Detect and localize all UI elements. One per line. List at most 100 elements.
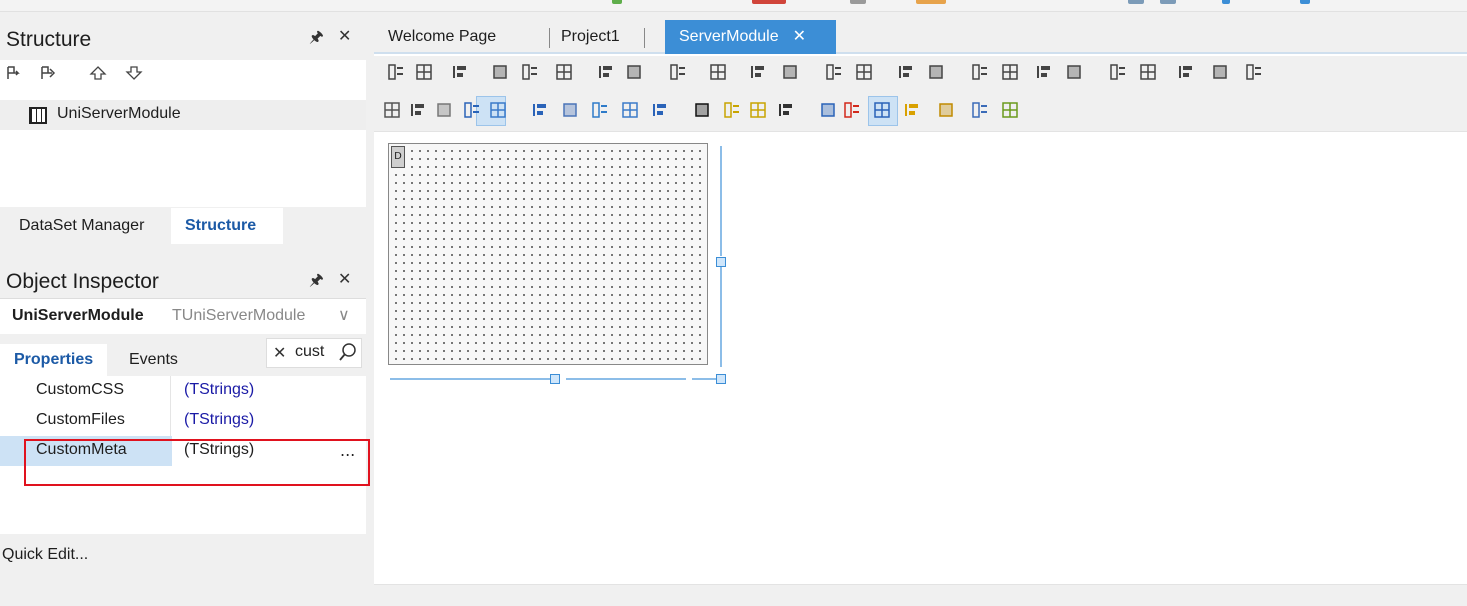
property-value[interactable]: (TStrings) [184,381,254,399]
component-icon[interactable]: D [391,146,405,168]
align-tool-icon[interactable] [748,62,770,84]
close-icon[interactable]: ✕ [338,269,351,288]
component-tool-icon[interactable] [434,100,456,122]
align-tool-icon[interactable] [926,62,948,84]
editor-tab-bar: Welcome Page Project1 ServerModule ✕ [374,12,1467,54]
align-tool-icon[interactable] [854,62,876,84]
tree-item-uniservermodule[interactable]: UniServerModule [0,100,366,130]
resize-handle[interactable] [716,257,726,267]
component-tool-icon[interactable] [818,100,840,122]
component-tool-icon[interactable] [560,100,582,122]
component-tool-icon[interactable] [650,100,672,122]
align-tool-icon[interactable] [896,62,918,84]
search-icon[interactable] [337,341,359,367]
align-tool-icon[interactable] [624,62,646,84]
component-tool-icon[interactable] [872,100,894,122]
property-row[interactable]: CustomFiles (TStrings) [0,406,366,436]
align-tool-icon[interactable] [1210,62,1232,84]
component-tool-icon[interactable] [902,100,924,122]
component-tool-icon[interactable] [970,100,992,122]
tab-project1[interactable]: Project1 [547,20,634,54]
align-tool-icon[interactable] [824,62,846,84]
tab-label: ServerModule [679,28,779,45]
expand-all-icon[interactable] [6,64,26,82]
property-search[interactable]: ✕ [266,338,362,368]
component-tool-icon[interactable] [462,100,484,122]
quick-edit-link[interactable]: Quick Edit... [2,546,88,564]
align-tool-icon[interactable] [970,62,992,84]
component-tool-icon[interactable] [590,100,612,122]
status-strip [374,584,1467,594]
object-selector[interactable]: UniServerModule TUniServerModule ∨ [0,298,366,334]
align-tool-icon[interactable] [554,62,576,84]
component-tool-icon[interactable] [488,100,510,122]
component-tool-icon[interactable] [1000,100,1022,122]
alignment-guide [390,378,550,380]
move-down-icon[interactable] [124,64,144,82]
property-search-input[interactable] [295,343,335,361]
align-tool-icon[interactable] [520,62,542,84]
tab-dataset-manager[interactable]: DataSet Manager [5,208,158,244]
component-tool-icon[interactable] [692,100,714,122]
component-tool-icon[interactable] [842,100,864,122]
align-tool-icon[interactable] [668,62,690,84]
align-tool-icon[interactable] [1108,62,1130,84]
pin-icon[interactable]: 🖈 [309,269,324,296]
structure-panel-title: Structure [6,28,92,51]
tab-events[interactable]: Events [115,344,192,376]
structure-bottom-tabs: DataSet Manager Structure [0,208,366,244]
component-tool-icon[interactable] [382,100,404,122]
align-tool-icon[interactable] [386,62,408,84]
align-tool-icon[interactable] [414,62,436,84]
alignment-guide [692,378,716,380]
tab-welcome-page[interactable]: Welcome Page [374,20,510,54]
selected-object-type: TUniServerModule [172,307,306,324]
pin-icon[interactable]: 🖈 [309,26,324,53]
align-tool-icon[interactable] [780,62,802,84]
property-row[interactable]: CustomCSS (TStrings) [0,376,366,406]
align-tool-icon[interactable] [1064,62,1086,84]
component-tool-icon[interactable] [722,100,744,122]
property-value[interactable]: (TStrings) [184,411,254,429]
alignment-guide [720,146,722,256]
alignment-guide [720,267,722,367]
alignment-guide [566,378,686,380]
component-tool-icon[interactable] [620,100,642,122]
component-tool-icon[interactable] [748,100,770,122]
alignment-toolbar [374,56,1467,132]
close-icon[interactable]: ✕ [338,26,351,45]
form-designer-canvas[interactable]: D [388,143,708,365]
component-tool-icon[interactable] [530,100,552,122]
align-tool-icon[interactable] [1034,62,1056,84]
close-tab-icon[interactable]: ✕ [793,28,806,45]
property-name: CustomCSS [36,381,125,398]
align-tool-icon[interactable] [1000,62,1022,84]
highlight-box [24,439,370,486]
align-tool-icon[interactable] [1244,62,1266,84]
align-tool-icon[interactable] [1176,62,1198,84]
component-tool-icon[interactable] [936,100,958,122]
selected-object-name: UniServerModule [12,307,144,324]
chevron-down-icon[interactable]: ∨ [338,305,350,324]
resize-handle[interactable] [550,374,560,384]
object-inspector-title: Object Inspector [6,270,159,293]
align-tool-icon[interactable] [490,62,512,84]
component-tool-icon[interactable] [408,100,430,122]
move-up-icon[interactable] [88,64,108,82]
tab-properties[interactable]: Properties [0,344,108,376]
collapse-all-icon[interactable] [40,64,60,82]
top-toolbar-strip [0,0,1467,12]
align-tool-icon[interactable] [596,62,618,84]
tree-item-label: UniServerModule [57,105,181,122]
align-tool-icon[interactable] [450,62,472,84]
quick-edit-area: Quick Edit... [0,534,366,606]
resize-handle[interactable] [716,374,726,384]
tab-structure[interactable]: Structure [171,208,283,244]
left-panels: Structure 🖈 ✕ UniServerModule DataSet Ma… [0,12,366,606]
designer-area: Welcome Page Project1 ServerModule ✕ D [374,12,1467,594]
component-tool-icon[interactable] [776,100,798,122]
tab-servermodule[interactable]: ServerModule ✕ [665,20,836,54]
align-tool-icon[interactable] [1138,62,1160,84]
align-tool-icon[interactable] [708,62,730,84]
clear-search-icon[interactable]: ✕ [273,343,286,362]
